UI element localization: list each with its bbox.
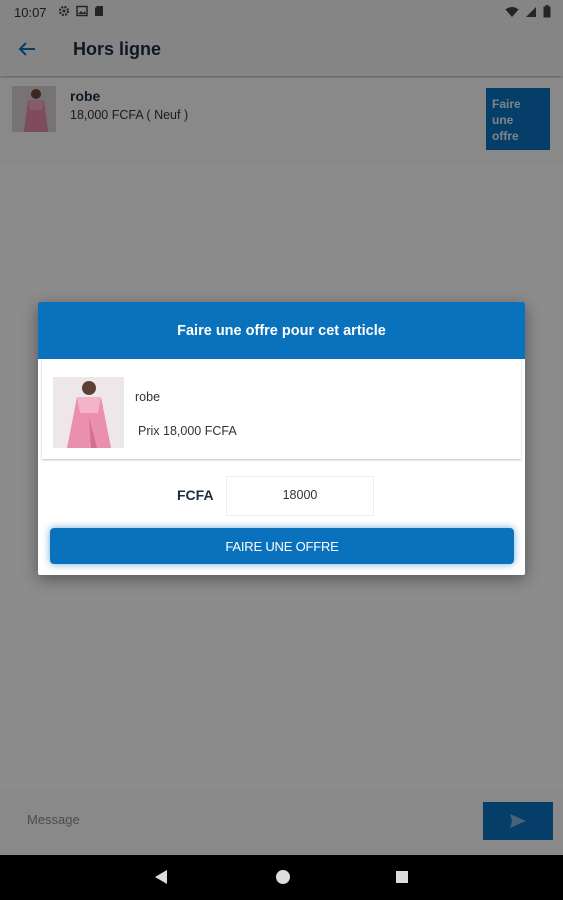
dress-image [53, 377, 124, 448]
system-nav-bar [0, 855, 563, 900]
dialog-item-price: Prix 18,000 FCFA [138, 424, 237, 438]
back-triangle-icon[interactable] [154, 869, 168, 885]
home-circle-icon[interactable] [275, 869, 291, 885]
submit-offer-button[interactable]: FAIRE UNE OFFRE [50, 528, 514, 564]
dialog-item-card: robe Prix 18,000 FCFA [42, 359, 521, 459]
recents-square-icon[interactable] [395, 869, 409, 885]
currency-label: FCFA [177, 487, 214, 503]
dialog-title: Faire une offre pour cet article [38, 302, 525, 359]
dialog-item-name: robe [135, 390, 161, 404]
offer-dialog: Faire une offre pour cet article robe Pr… [38, 302, 525, 575]
offer-amount-input[interactable]: 18000 [226, 476, 374, 516]
dialog-item-image [53, 377, 124, 448]
